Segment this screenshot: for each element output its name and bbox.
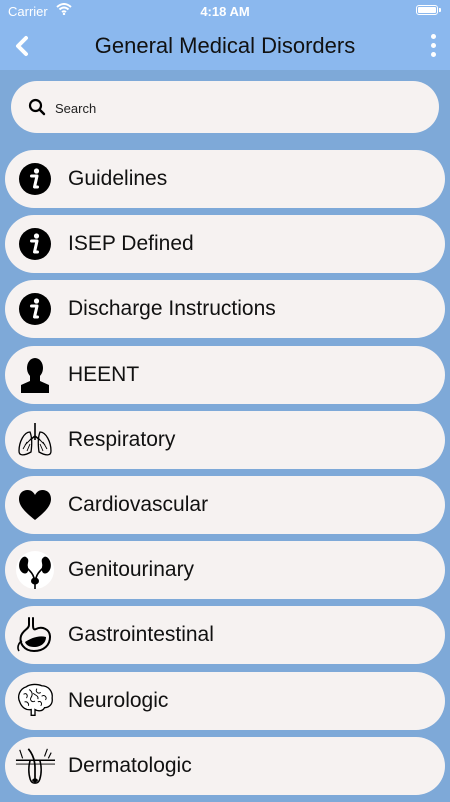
kidneys-icon xyxy=(15,550,55,590)
list-item-isep-defined[interactable]: ISEP Defined xyxy=(5,215,445,274)
info-icon xyxy=(15,224,55,264)
list-item-label: HEENT xyxy=(68,362,140,386)
more-options-button[interactable] xyxy=(428,32,438,60)
info-icon xyxy=(15,159,55,199)
navigation-bar: General Medical Disorders xyxy=(0,22,450,70)
list-item-dermatologic[interactable]: Dermatologic xyxy=(5,736,445,795)
list-item-label: Neurologic xyxy=(68,688,169,712)
search-icon xyxy=(28,98,46,116)
back-button[interactable] xyxy=(10,32,36,60)
list-item-cardiovascular[interactable]: Cardiovascular xyxy=(5,475,445,534)
brain-icon xyxy=(15,681,55,721)
search-bar[interactable] xyxy=(11,81,439,133)
list-item-label: Respiratory xyxy=(68,427,176,451)
list-item-label: Gastrointestinal xyxy=(68,623,214,647)
status-bar: Carrier 4:18 AM xyxy=(0,0,450,22)
list-item-heent[interactable]: HEENT xyxy=(5,345,445,404)
vertical-dots-icon xyxy=(430,34,436,39)
skin-follicle-icon xyxy=(15,746,55,786)
list-item-label: ISEP Defined xyxy=(68,232,194,256)
heart-icon xyxy=(15,485,55,525)
lungs-icon xyxy=(15,420,55,460)
list-item-guidelines[interactable]: Guidelines xyxy=(5,150,445,208)
list-item-label: Discharge Instructions xyxy=(68,297,276,321)
list-item-label: Cardiovascular xyxy=(68,492,209,516)
search-input[interactable] xyxy=(53,96,417,120)
list-item-respiratory[interactable]: Respiratory xyxy=(5,410,445,469)
list-item-label: Guidelines xyxy=(68,167,168,190)
person-bust-icon xyxy=(15,355,55,395)
chevron-left-icon xyxy=(16,36,28,56)
stomach-icon xyxy=(15,615,55,655)
list-item-label: Dermatologic xyxy=(68,753,192,777)
list-item-gastrointestinal[interactable]: Gastrointestinal xyxy=(5,606,445,665)
list-item-discharge-instructions[interactable]: Discharge Instructions xyxy=(5,280,445,339)
battery-icon xyxy=(416,5,441,15)
list-item-label: Genitourinary xyxy=(68,558,195,582)
category-list: Guidelines ISEP Defined Discharge Instru… xyxy=(5,150,445,802)
list-item-genitourinary[interactable]: Genitourinary xyxy=(5,541,445,600)
page-title: General Medical Disorders xyxy=(94,33,356,58)
status-time: 4:18 AM xyxy=(200,4,250,19)
info-icon xyxy=(15,289,55,329)
list-item-neurologic[interactable]: Neurologic xyxy=(5,671,445,730)
